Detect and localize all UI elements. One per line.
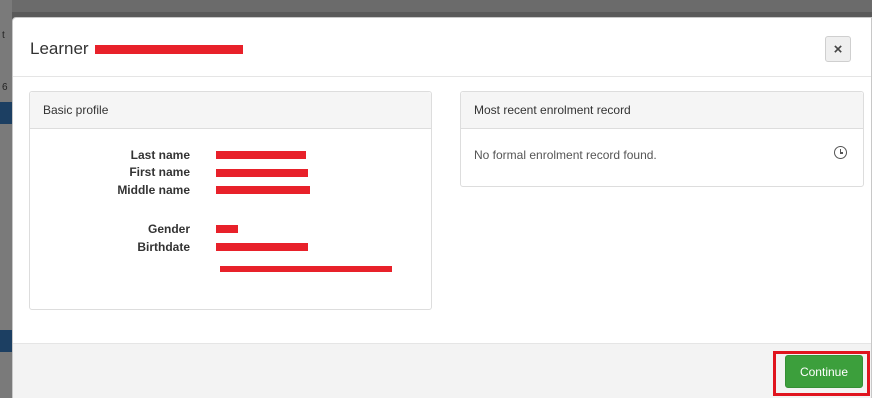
gender-label: Gender [147, 222, 190, 236]
enrolment-message: No formal enrolment record found. [474, 148, 657, 162]
backdrop-text: 6 [2, 82, 8, 93]
redacted-last-name [216, 151, 306, 159]
first-name-row: First name [30, 165, 190, 179]
redacted-middle-name [216, 186, 310, 194]
clock-icon [834, 146, 847, 159]
redacted-gender [216, 225, 238, 233]
backdrop-mark [0, 102, 12, 124]
redacted-learner-id [94, 44, 243, 54]
redacted-birthdate [216, 243, 308, 251]
backdrop-mark [0, 330, 12, 352]
last-name-label: Last name [130, 148, 190, 162]
backdrop-topbar [0, 0, 872, 12]
redacted-first-name [216, 169, 308, 177]
continue-button[interactable]: Continue [785, 355, 863, 388]
close-icon: × [833, 40, 843, 58]
close-button[interactable]: × [825, 36, 851, 62]
last-name-row: Last name [30, 148, 190, 162]
backdrop-text: t [2, 30, 5, 41]
backdrop-strip: t 6 [0, 0, 12, 398]
redacted-birthdate-detail [220, 266, 392, 272]
continue-label: Continue [799, 364, 849, 379]
modal-header: Learner × [13, 18, 871, 77]
enrolment-panel: Most recent enrolment record No formal e… [460, 91, 864, 187]
birthdate-row: Birthdate [30, 240, 190, 254]
modal-footer [13, 343, 871, 398]
learner-modal: Learner × Basic profile Last name First … [12, 17, 872, 398]
birthdate-label: Birthdate [137, 240, 190, 254]
basic-profile-heading: Basic profile [30, 92, 431, 129]
modal-title-label: Learner [30, 39, 89, 58]
basic-profile-panel: Basic profile Last name First name Middl… [29, 91, 432, 310]
middle-name-label: Middle name [117, 183, 190, 197]
modal-title: Learner [30, 39, 243, 59]
middle-name-row: Middle name [30, 183, 190, 197]
first-name-label: First name [129, 165, 190, 179]
gender-row: Gender [30, 222, 190, 236]
enrolment-heading: Most recent enrolment record [461, 92, 863, 129]
